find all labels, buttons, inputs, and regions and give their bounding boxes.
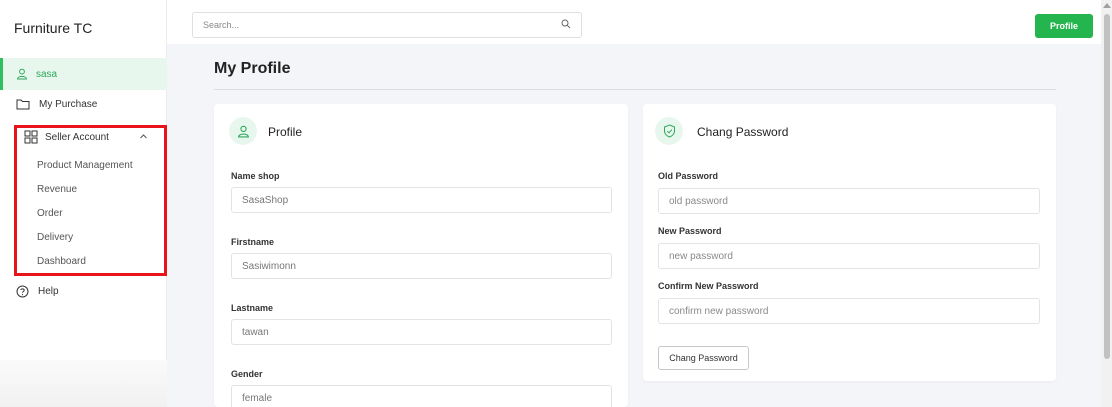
- shield-check-icon: [663, 124, 675, 138]
- field-placeholder: confirm new password: [669, 305, 769, 317]
- page-title: My Profile: [214, 60, 291, 77]
- field-placeholder: new password: [669, 250, 733, 262]
- sidebar-item-seller-account[interactable]: Seller Account: [14, 127, 167, 147]
- field-value: SasaShop: [242, 194, 289, 206]
- chevron-up-icon[interactable]: [139, 132, 148, 141]
- scrollbar[interactable]: [1101, 0, 1112, 407]
- user-icon: [16, 68, 28, 80]
- divider: [214, 89, 1056, 90]
- field-label: Firstname: [231, 237, 275, 247]
- search-input[interactable]: Search...: [192, 12, 582, 38]
- field-label: Old Password: [658, 171, 719, 181]
- topbar: Search... Profile: [167, 0, 1112, 44]
- search-icon[interactable]: [561, 19, 571, 29]
- scroll-up-arrow-icon[interactable]: [1103, 3, 1111, 8]
- password-card-icon: [655, 117, 683, 145]
- sidebar-item-label: My Purchase: [39, 98, 98, 110]
- field-label: New Password: [658, 226, 722, 236]
- app-title: Furniture TC: [14, 20, 93, 36]
- field-label: Lastname: [231, 303, 274, 313]
- gender-field[interactable]: female: [231, 385, 612, 407]
- profile-button[interactable]: Profile: [1035, 14, 1093, 38]
- sidebar-subitem-product-management[interactable]: Product Management: [37, 157, 133, 173]
- field-label: Gender: [231, 369, 263, 379]
- sidebar-subitem-order[interactable]: Order: [37, 205, 63, 221]
- shop-name-field[interactable]: SasaShop: [231, 187, 612, 213]
- lastname-field[interactable]: tawan: [231, 319, 612, 345]
- field-value: female: [242, 392, 273, 404]
- field-label: Name shop: [231, 171, 280, 181]
- search-placeholder: Search...: [203, 20, 240, 30]
- user-icon: [237, 125, 249, 137]
- sidebar-footer: [0, 360, 167, 407]
- profile-card-title: Profile: [268, 125, 303, 139]
- old-password-field[interactable]: old password: [658, 188, 1040, 214]
- field-value: tawan: [242, 326, 269, 338]
- sidebar-user-label: sasa: [36, 68, 58, 80]
- scroll-thumb[interactable]: [1104, 14, 1110, 359]
- change-password-button[interactable]: Chang Password: [658, 346, 749, 370]
- grid-icon: [24, 130, 38, 144]
- password-card-title: Chang Password: [697, 125, 789, 139]
- sidebar-item-label: Seller Account: [45, 131, 109, 143]
- sidebar-item-my-purchase[interactable]: My Purchase: [0, 92, 167, 116]
- firstname-field[interactable]: Sasiwimonn: [231, 253, 612, 279]
- sidebar-subitem-revenue[interactable]: Revenue: [37, 181, 77, 197]
- folder-icon: [16, 99, 30, 110]
- sidebar-item-help[interactable]: Help: [0, 279, 167, 303]
- field-value: Sasiwimonn: [242, 260, 296, 272]
- help-icon: [16, 285, 29, 297]
- sidebar-item-label: Help: [38, 285, 59, 297]
- field-label: Confirm New Password: [658, 281, 759, 291]
- confirm-password-field[interactable]: confirm new password: [658, 298, 1040, 324]
- sidebar-subitem-dashboard[interactable]: Dashboard: [37, 253, 86, 269]
- field-placeholder: old password: [669, 195, 728, 207]
- new-password-field[interactable]: new password: [658, 243, 1040, 269]
- profile-card-icon: [229, 117, 257, 145]
- sidebar-item-user[interactable]: sasa: [0, 58, 167, 90]
- sidebar-subitem-delivery[interactable]: Delivery: [37, 229, 73, 245]
